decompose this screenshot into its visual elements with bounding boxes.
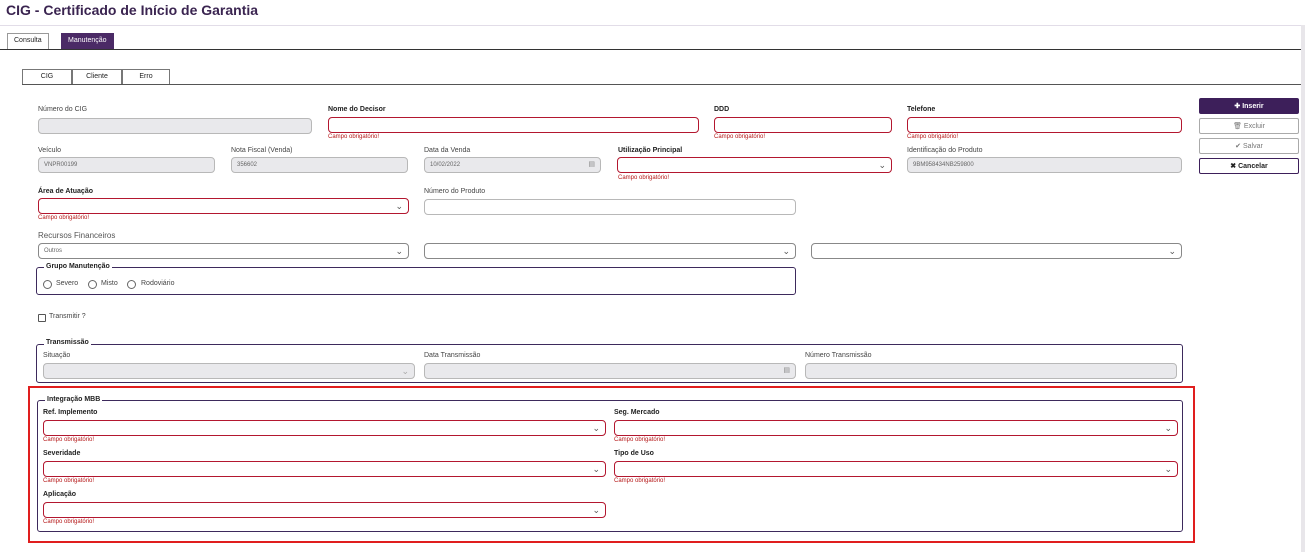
page-title: CIG - Certificado de Início de Garantia: [6, 2, 259, 18]
trash-icon: 🗑: [1233, 123, 1244, 130]
ddd-input[interactable]: [714, 117, 892, 133]
utilizacao-label: Utilização Principal: [618, 147, 683, 154]
excluir-button[interactable]: 🗑 Excluir: [1199, 118, 1299, 134]
chevron-down-icon: ⌄: [1168, 246, 1176, 256]
recursos-select-3[interactable]: ⌄: [811, 243, 1182, 259]
situacao-select[interactable]: ⌄: [43, 363, 415, 379]
recursos-label: Recursos Financeiros: [38, 231, 116, 240]
data-transmissao-label: Data Transmissão: [424, 352, 481, 359]
identificacao-input[interactable]: 9BM958434NB259800: [907, 157, 1182, 173]
subtabs-divider: [22, 84, 1301, 85]
numero-cig-label: Número do CIG: [38, 106, 88, 113]
seg-mercado-error: Campo obrigatório!: [614, 437, 666, 443]
inserir-button[interactable]: ✚ Inserir: [1199, 98, 1299, 114]
telefone-label: Telefone: [907, 106, 936, 113]
aplicacao-label: Aplicação: [43, 491, 77, 498]
subtab-cliente[interactable]: Cliente: [72, 69, 122, 85]
x-icon: ✖: [1230, 163, 1239, 170]
numero-cig-input[interactable]: [38, 118, 312, 134]
numero-produto-input[interactable]: [424, 199, 796, 215]
tab-consulta[interactable]: Consulta: [7, 33, 49, 50]
check-icon: ✔: [1235, 143, 1243, 150]
chevron-down-icon: ⌄: [401, 366, 409, 376]
area-atuacao-label: Área de Atuação: [38, 188, 93, 195]
grupo-manutencao-legend: Grupo Manutenção: [44, 263, 112, 270]
ref-implemento-error: Campo obrigatório!: [43, 437, 95, 443]
ref-implemento-select[interactable]: ⌄: [43, 420, 606, 436]
inserir-label: Inserir: [1242, 103, 1264, 110]
veiculo-label: Veículo: [38, 147, 61, 154]
ddd-error: Campo obrigatório!: [714, 134, 766, 140]
cancelar-button[interactable]: ✖ Cancelar: [1199, 158, 1299, 174]
radio-rodoviario-label: Rodoviário: [141, 280, 175, 287]
severidade-select[interactable]: ⌄: [43, 461, 606, 477]
telefone-input[interactable]: [907, 117, 1182, 133]
severidade-label: Severidade: [43, 450, 81, 457]
data-venda-label: Data da Venda: [424, 147, 471, 154]
tipo-uso-select[interactable]: ⌄: [614, 461, 1178, 477]
salvar-button[interactable]: ✔ Salvar: [1199, 138, 1299, 154]
subtab-cig[interactable]: CIG: [22, 69, 72, 85]
numero-produto-label: Número do Produto: [424, 188, 486, 195]
area-atuacao-error: Campo obrigatório!: [38, 215, 90, 221]
data-transmissao-input[interactable]: ▤: [424, 363, 796, 379]
header-divider: [0, 25, 1305, 26]
nota-fiscal-input[interactable]: 356602: [231, 157, 408, 173]
aplicacao-select[interactable]: ⌄: [43, 502, 606, 518]
chevron-down-icon: ⌄: [782, 246, 790, 256]
radio-severo[interactable]: [43, 280, 52, 289]
nome-decisor-error: Campo obrigatório!: [328, 134, 380, 140]
ddd-label: DDD: [714, 106, 730, 113]
utilizacao-select[interactable]: ⌄: [617, 157, 892, 173]
recursos-select-1[interactable]: Outros ⌄: [38, 243, 409, 259]
nome-decisor-label: Nome do Decisor: [328, 106, 386, 113]
situacao-label: Situação: [43, 352, 71, 359]
chevron-down-icon: ⌄: [1164, 464, 1172, 474]
radio-misto[interactable]: [88, 280, 97, 289]
radio-misto-label: Misto: [101, 280, 118, 287]
excluir-label: Excluir: [1243, 123, 1265, 130]
transmitir-label: Transmitir ?: [49, 313, 86, 320]
vertical-scrollbar[interactable]: [1301, 25, 1305, 552]
recursos-value: Outros: [44, 248, 63, 254]
utilizacao-error: Campo obrigatório!: [618, 175, 670, 181]
integracao-legend: Integração MBB: [45, 396, 103, 403]
data-venda-value: 10/02/2022: [430, 162, 461, 168]
numero-transmissao-label: Número Transmissão: [805, 352, 872, 359]
tipo-uso-error: Campo obrigatório!: [614, 478, 666, 484]
nome-decisor-input[interactable]: [328, 117, 699, 133]
salvar-label: Salvar: [1242, 143, 1263, 150]
area-atuacao-select[interactable]: ⌄: [38, 198, 409, 214]
recursos-select-2[interactable]: ⌄: [424, 243, 796, 259]
identificacao-label: Identificação do Produto: [907, 147, 983, 154]
severidade-error: Campo obrigatório!: [43, 478, 95, 484]
telefone-error: Campo obrigatório!: [907, 134, 959, 140]
radio-rodoviario[interactable]: [127, 280, 136, 289]
chevron-down-icon: ⌄: [395, 246, 403, 256]
tab-manutencao[interactable]: Manutenção: [61, 33, 114, 50]
seg-mercado-label: Seg. Mercado: [614, 409, 660, 416]
nota-fiscal-label: Nota Fiscal (Venda): [231, 147, 293, 154]
calendar-icon[interactable]: ▤: [588, 160, 595, 168]
chevron-down-icon: ⌄: [1164, 423, 1172, 433]
chevron-down-icon: ⌄: [878, 160, 886, 170]
chevron-down-icon: ⌄: [592, 505, 600, 515]
cancelar-label: Cancelar: [1238, 163, 1268, 170]
radio-severo-label: Severo: [56, 280, 79, 287]
subtab-erro[interactable]: Erro: [122, 69, 170, 85]
chevron-down-icon: ⌄: [592, 464, 600, 474]
tipo-uso-label: Tipo de Uso: [614, 450, 654, 457]
transmitir-checkbox[interactable]: [38, 314, 46, 322]
numero-transmissao-input[interactable]: [805, 363, 1177, 379]
veiculo-input[interactable]: VNPR00199: [38, 157, 215, 173]
tabs-divider: [0, 49, 1301, 50]
ref-implemento-label: Ref. Implemento: [43, 409, 98, 416]
seg-mercado-select[interactable]: ⌄: [614, 420, 1178, 436]
aplicacao-error: Campo obrigatório!: [43, 519, 95, 525]
transmissao-legend: Transmissão: [44, 339, 91, 346]
chevron-down-icon: ⌄: [395, 201, 403, 211]
data-venda-input[interactable]: 10/02/2022 ▤: [424, 157, 601, 173]
chevron-down-icon: ⌄: [592, 423, 600, 433]
calendar-icon[interactable]: ▤: [783, 366, 790, 374]
